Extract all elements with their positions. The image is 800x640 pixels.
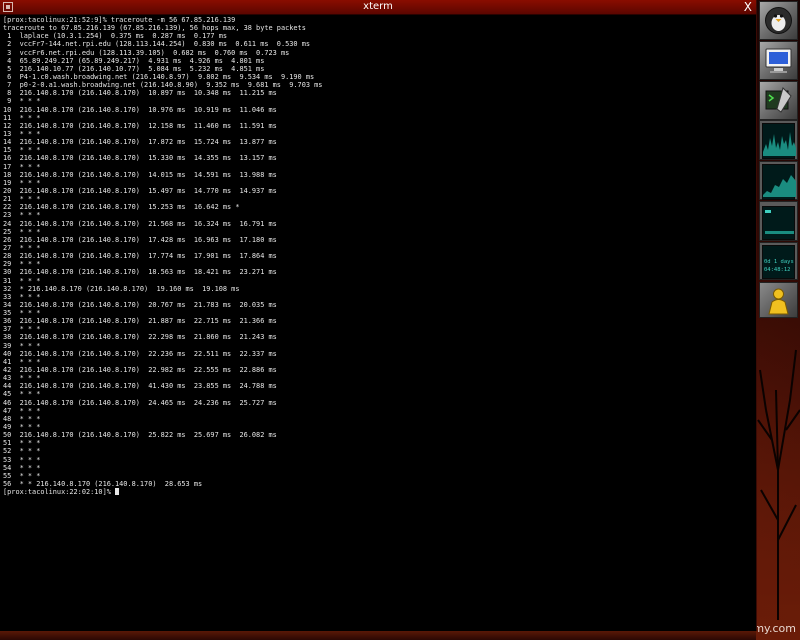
terminal-line: 8 216.140.8.170 (216.140.8.170) 10.897 m… bbox=[3, 89, 277, 98]
bottom-strip bbox=[0, 631, 756, 640]
memory-monitor-dockapp bbox=[759, 201, 798, 241]
terminal-line: 29 * * * bbox=[3, 260, 41, 269]
brand-text: my.com bbox=[753, 622, 796, 635]
terminal-line: 55 * * * bbox=[3, 471, 41, 480]
terminal-line: 5 216.140.10.77 (216.140.10.77) 5.084 ms… bbox=[3, 64, 265, 73]
terminal-line: 18 216.140.8.170 (216.140.8.170) 14.015 … bbox=[3, 170, 277, 179]
terminal-line: 36 216.140.8.170 (216.140.8.170) 21.887 … bbox=[3, 317, 277, 326]
terminal-line: 49 * * * bbox=[3, 423, 41, 432]
terminal-line: 9 * * * bbox=[3, 97, 41, 106]
terminal-line: 41 * * * bbox=[3, 357, 41, 366]
terminal-line: 45 * * * bbox=[3, 390, 41, 399]
terminal-line: 33 * * * bbox=[3, 292, 41, 301]
terminal-line: 7 p0-2-0.a1.wash.broadwing.net (216.140.… bbox=[3, 81, 323, 90]
terminal-line: 47 * * * bbox=[3, 406, 41, 415]
terminal-prompt: [prox:tacolinux:22:02:10]% bbox=[3, 488, 116, 497]
terminal-line: 26 216.140.8.170 (216.140.8.170) 17.428 … bbox=[3, 235, 277, 244]
terminal-line: 42 216.140.8.170 (216.140.8.170) 22.982 … bbox=[3, 366, 277, 375]
terminal-prompt-line[interactable]: [prox:tacolinux:22:02:10]% bbox=[3, 488, 753, 496]
terminal-line: 27 * * * bbox=[3, 243, 41, 252]
uptime-line-1: 0d 1 days bbox=[764, 259, 794, 265]
terminal-line: 34 216.140.8.170 (216.140.8.170) 20.767 … bbox=[3, 300, 277, 309]
terminal-line: 40 216.140.8.170 (216.140.8.170) 22.236 … bbox=[3, 349, 277, 358]
terminal-line: 14 216.140.8.170 (216.140.8.170) 17.872 … bbox=[3, 138, 277, 147]
terminal-line: 32 * 216.140.8.170 (216.140.8.170) 19.16… bbox=[3, 284, 240, 293]
terminal-line: 30 216.140.8.170 (216.140.8.170) 18.563 … bbox=[3, 268, 277, 277]
terminal-line: 3 vccFr6.net.rpi.edu (128.113.39.105) 0.… bbox=[3, 48, 290, 57]
terminal-line: 12 216.140.8.170 (216.140.8.170) 12.158 … bbox=[3, 121, 277, 130]
terminal-line: 25 * * * bbox=[3, 227, 41, 236]
terminal-line: 48 * * * bbox=[3, 414, 41, 423]
tree-silhouette-icon bbox=[757, 349, 800, 620]
terminal-line: 23 * * * bbox=[3, 211, 41, 220]
terminal-line: 43 * * * bbox=[3, 374, 41, 383]
terminal-line: 28 216.140.8.170 (216.140.8.170) 17.774 … bbox=[3, 252, 277, 261]
terminal-line: 6 P4-1.c0.wash.broadwing.net (216.140.8.… bbox=[3, 72, 315, 81]
terminal-output[interactable]: [prox:tacolinux:21:52:9]% traceroute -m … bbox=[3, 16, 753, 628]
terminal-line: 15 * * * bbox=[3, 146, 41, 155]
load-monitor-dockapp bbox=[759, 161, 798, 200]
terminal-line: 1 laplace (10.3.1.254) 0.375 ms 0.287 ms… bbox=[3, 32, 228, 41]
terminal-line: 56 * * 216.140.8.170 (216.140.8.170) 28.… bbox=[3, 480, 203, 489]
monitor-icon[interactable] bbox=[759, 41, 798, 80]
terminal-line: 31 * * * bbox=[3, 276, 41, 285]
terminal-line: 51 * * * bbox=[3, 439, 41, 448]
terminal-line: 4 65.89.249.217 (65.89.249.217) 4.931 ms… bbox=[3, 56, 265, 65]
xterm-window[interactable]: xterm X [prox:tacolinux:21:52:9]% tracer… bbox=[0, 0, 757, 631]
terminal-line: 20 216.140.8.170 (216.140.8.170) 15.497 … bbox=[3, 186, 277, 195]
terminal-line: [prox:tacolinux:21:52:9]% traceroute -m … bbox=[3, 16, 236, 24]
terminal-line: traceroute to 67.85.216.139 (67.85.216.1… bbox=[3, 24, 306, 33]
terminal-line: 50 216.140.8.170 (216.140.8.170) 25.822 … bbox=[3, 431, 277, 440]
terminal-line: 10 216.140.8.170 (216.140.8.170) 10.976 … bbox=[3, 105, 277, 114]
terminal-line: 2 vccFr7-144.net.rpi.edu (128.113.144.25… bbox=[3, 40, 310, 49]
terminal-cursor bbox=[115, 488, 120, 496]
dock: 0d 1 days 04:48:12 bbox=[757, 0, 800, 318]
terminal-line: 22 216.140.8.170 (216.140.8.170) 15.253 … bbox=[3, 203, 240, 212]
terminal-line: 37 * * * bbox=[3, 325, 41, 334]
terminal-line: 52 * * * bbox=[3, 447, 41, 456]
terminal-line: 46 216.140.8.170 (216.140.8.170) 24.465 … bbox=[3, 398, 277, 407]
terminal-line: 35 * * * bbox=[3, 309, 41, 318]
terminal-line: 53 * * * bbox=[3, 455, 41, 464]
terminal-line: 24 216.140.8.170 (216.140.8.170) 21.568 … bbox=[3, 219, 277, 228]
close-icon[interactable]: X bbox=[744, 0, 752, 14]
window-titlebar[interactable]: xterm X bbox=[0, 0, 756, 15]
terminal-line: 16 216.140.8.170 (216.140.8.170) 15.330 … bbox=[3, 154, 277, 163]
terminal-line: 38 216.140.8.170 (216.140.8.170) 22.298 … bbox=[3, 333, 277, 342]
uptime-dockapp: 0d 1 days 04:48:12 bbox=[759, 242, 798, 280]
terminal-line: 19 * * * bbox=[3, 178, 41, 187]
terminal-line: 54 * * * bbox=[3, 463, 41, 472]
terminal-line: 13 * * * bbox=[3, 129, 41, 138]
terminal-line: 44 216.140.8.170 (216.140.8.170) 41.430 … bbox=[3, 382, 277, 391]
uptime-line-2: 04:48:12 bbox=[764, 267, 791, 273]
terminal-line: 17 * * * bbox=[3, 162, 41, 171]
user-icon[interactable] bbox=[759, 282, 798, 318]
terminal-line: 21 * * * bbox=[3, 195, 41, 204]
penguin-icon[interactable] bbox=[759, 1, 798, 40]
cpu-monitor-dockapp bbox=[759, 120, 798, 160]
window-title: xterm bbox=[363, 1, 393, 12]
terminal-icon[interactable] bbox=[759, 81, 798, 120]
terminal-line: 39 * * * bbox=[3, 341, 41, 350]
terminal-line: 11 * * * bbox=[3, 113, 41, 122]
